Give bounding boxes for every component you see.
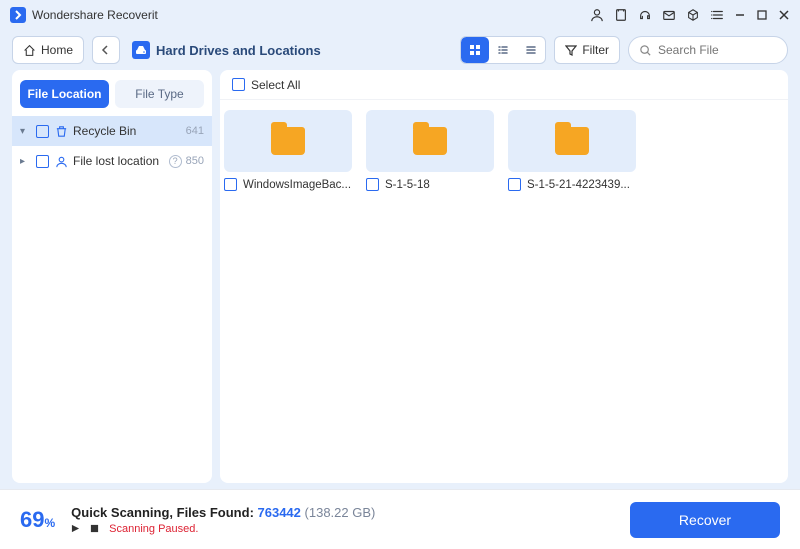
folder-thumb [224,110,352,172]
app-logo-icon [10,7,26,23]
tree-label: File lost location [73,154,162,168]
folder-card[interactable]: S-1-5-21-4223439... [508,110,636,191]
help-icon[interactable]: ? [169,155,182,168]
home-icon [23,44,36,57]
tree-item-recycle-bin[interactable]: ▾ Recycle Bin 641 [12,116,212,146]
select-all-checkbox[interactable] [232,78,245,91]
note-icon[interactable] [614,8,628,22]
list-icon[interactable] [710,8,724,22]
folder-name: S-1-5-21-4223439... [527,179,636,191]
folder-name: S-1-5-18 [385,179,494,191]
checkbox[interactable] [366,178,379,191]
stop-button[interactable] [90,524,99,533]
app-title: Wondershare Recoverit [32,8,158,22]
maximize-icon[interactable] [756,9,768,21]
tree-item-file-lost-location[interactable]: ▸ File lost location ? 850 [12,146,212,176]
view-list-button[interactable] [517,37,545,63]
filter-icon [565,44,577,56]
tab-file-type[interactable]: File Type [115,80,204,108]
account-icon[interactable] [590,8,604,22]
scan-status: Scanning Paused. [109,523,198,535]
checkbox[interactable] [224,178,237,191]
folder-icon [555,127,589,155]
home-button[interactable]: Home [12,36,84,64]
tree-label: Recycle Bin [73,124,182,138]
caret-down-icon[interactable]: ▾ [20,126,32,137]
back-button[interactable] [92,36,120,64]
folder-thumb [366,110,494,172]
search-box[interactable] [628,36,788,64]
search-icon [639,44,652,57]
folder-card[interactable]: WindowsImageBac... [224,110,352,191]
checkbox[interactable] [36,125,49,138]
home-label: Home [41,43,73,57]
status-text: Quick Scanning, Files Found: 763442 (138… [71,505,614,520]
close-icon[interactable] [778,9,790,21]
trash-icon [53,125,69,138]
tree-count: 641 [186,125,204,137]
caret-right-icon[interactable]: ▸ [20,156,32,167]
progress-percent: 69% [20,507,55,533]
search-input[interactable] [658,43,800,57]
minimize-icon[interactable] [734,9,746,21]
select-all-label: Select All [251,78,300,92]
folder-icon [413,127,447,155]
checkbox[interactable] [508,178,521,191]
view-grid-button[interactable] [461,37,489,63]
play-button[interactable] [71,524,80,533]
user-icon [53,155,69,168]
view-detail-button[interactable] [489,37,517,63]
filter-label: Filter [582,43,609,57]
filter-button[interactable]: Filter [554,36,620,64]
location-label: Hard Drives and Locations [156,43,321,58]
folder-card[interactable]: S-1-5-18 [366,110,494,191]
location-breadcrumb[interactable]: Hard Drives and Locations [132,41,321,59]
tab-file-location[interactable]: File Location [20,80,109,108]
folder-thumb [508,110,636,172]
cube-icon[interactable] [686,8,700,22]
folder-name: WindowsImageBac... [243,179,352,191]
recover-button[interactable]: Recover [630,502,780,538]
folder-icon [271,127,305,155]
mail-icon[interactable] [662,8,676,22]
checkbox[interactable] [36,155,49,168]
drive-icon [132,41,150,59]
tree-count: 850 [186,155,204,167]
headset-icon[interactable] [638,8,652,22]
view-switch [460,36,546,64]
